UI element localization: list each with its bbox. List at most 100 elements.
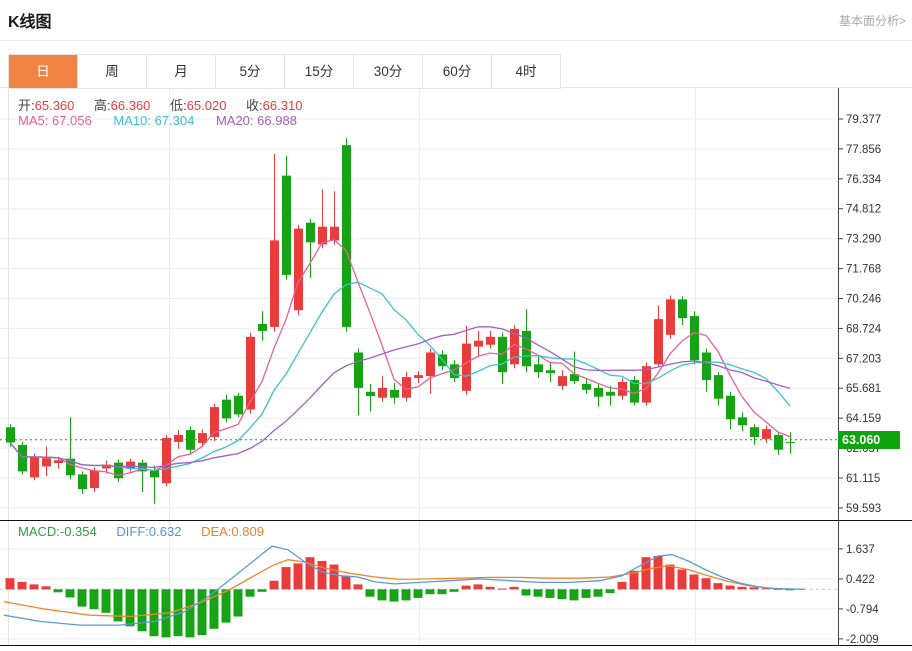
macd-bar — [366, 589, 375, 596]
macd-bar — [498, 589, 507, 590]
macd-bar — [402, 589, 411, 600]
y-axis-label: 79.377 — [846, 114, 881, 126]
macd-bar — [90, 589, 99, 609]
candle-body — [690, 316, 699, 360]
page-title: K线图 — [8, 8, 52, 32]
macd-bar — [678, 570, 687, 590]
ohlc-row: 开:65.360 高:66.360 低:65.020 收:66.310 — [18, 95, 318, 114]
candle-body — [426, 353, 435, 377]
candle-body — [390, 390, 399, 398]
macd-bar — [126, 589, 135, 626]
candle-body — [258, 324, 267, 331]
macd-bar — [222, 589, 231, 622]
candle-body — [270, 240, 279, 327]
macd-bar — [234, 589, 243, 616]
low-value: 65.020 — [187, 98, 227, 113]
ma5-value: 67.056 — [52, 113, 92, 128]
macd-bar — [150, 589, 159, 636]
y-axis-label: 76.334 — [846, 174, 882, 186]
macd-bar — [66, 589, 75, 597]
macd-bar — [354, 584, 363, 589]
macd-bar — [54, 589, 63, 592]
macd-bar — [522, 589, 531, 595]
candle-body — [594, 388, 603, 397]
high-label: 高: — [94, 98, 111, 113]
candle-body — [654, 319, 663, 364]
y-axis-label: 0.422 — [846, 574, 875, 586]
tab-4hour[interactable]: 4时 — [491, 55, 560, 88]
candle-body — [606, 392, 615, 396]
candle-body — [462, 344, 471, 391]
macd-bar — [750, 587, 759, 589]
candle-body — [30, 457, 39, 478]
y-axis-label: 71.768 — [846, 264, 881, 276]
dea-label: DEA: — [201, 524, 231, 539]
candle-body — [774, 435, 783, 450]
tab-week[interactable]: 周 — [77, 55, 146, 88]
macd-bar — [438, 589, 447, 594]
candle-body — [294, 229, 303, 311]
candle-body — [474, 341, 483, 347]
macd-bar — [30, 584, 39, 589]
candle-body — [222, 400, 231, 419]
tab-60min[interactable]: 60分 — [422, 55, 491, 88]
macd-bar — [510, 587, 519, 590]
tab-5min[interactable]: 5分 — [215, 55, 284, 88]
header-divider — [0, 40, 912, 41]
ma10-label: MA10: — [113, 113, 151, 128]
macd-bar — [318, 561, 327, 589]
candle-body — [42, 458, 51, 466]
fundamental-analysis-link[interactable]: 基本面分析> — [839, 12, 906, 29]
tab-day[interactable]: 日 — [9, 55, 77, 88]
candle-body — [666, 299, 675, 334]
candle-body — [558, 376, 567, 386]
candle-body — [306, 223, 315, 243]
y-axis-label: 61.115 — [846, 473, 880, 485]
macd-bar — [102, 589, 111, 613]
candle-body — [702, 353, 711, 381]
macd-bar — [330, 565, 339, 590]
macd-bar — [246, 589, 255, 596]
macd-bar — [570, 589, 579, 600]
tab-month[interactable]: 月 — [146, 55, 215, 88]
macd-bar — [198, 589, 207, 635]
candle-body — [786, 442, 795, 443]
macd-bar — [738, 587, 747, 590]
y-axis-label: -2.009 — [846, 634, 879, 646]
y-axis-label: 65.681 — [846, 383, 881, 395]
kline-chart[interactable]: 79.37777.85676.33474.81273.29071.76870.2… — [0, 88, 912, 651]
macd-bar — [486, 587, 495, 590]
tab-15min[interactable]: 15分 — [284, 55, 353, 88]
macd-bar — [618, 582, 627, 589]
ma-row: MA5: 67.056 MA10: 67.304 MA20: 66.988 — [18, 113, 297, 128]
ma5-label: MA5: — [18, 113, 48, 128]
macd-bar — [342, 576, 351, 590]
candle-body — [342, 145, 351, 327]
macd-bar — [138, 589, 147, 631]
candle-body — [54, 460, 63, 463]
candle-body — [486, 337, 495, 345]
macd-bar — [702, 578, 711, 589]
y-axis-label: 73.290 — [846, 234, 881, 246]
macd-bar — [6, 578, 15, 589]
y-axis-label: 1.637 — [846, 544, 875, 556]
candle-body — [414, 375, 423, 378]
candle-body — [78, 474, 87, 489]
macd-bar — [18, 582, 27, 589]
candle-body — [762, 429, 771, 439]
macd-bar — [426, 589, 435, 594]
candle-body — [174, 435, 183, 442]
close-label: 收: — [246, 98, 263, 113]
macd-bar — [474, 584, 483, 589]
macd-bar — [534, 589, 543, 596]
candle-body — [582, 384, 591, 390]
tab-30min[interactable]: 30分 — [353, 55, 422, 88]
candle-body — [282, 176, 291, 275]
macd-label: MACD: — [18, 524, 60, 539]
candle-body — [378, 388, 387, 398]
candle-body — [750, 427, 759, 437]
macd-bar — [726, 586, 735, 590]
macd-bar — [294, 563, 303, 589]
macd-bar — [546, 589, 555, 598]
macd-bar — [258, 589, 267, 592]
